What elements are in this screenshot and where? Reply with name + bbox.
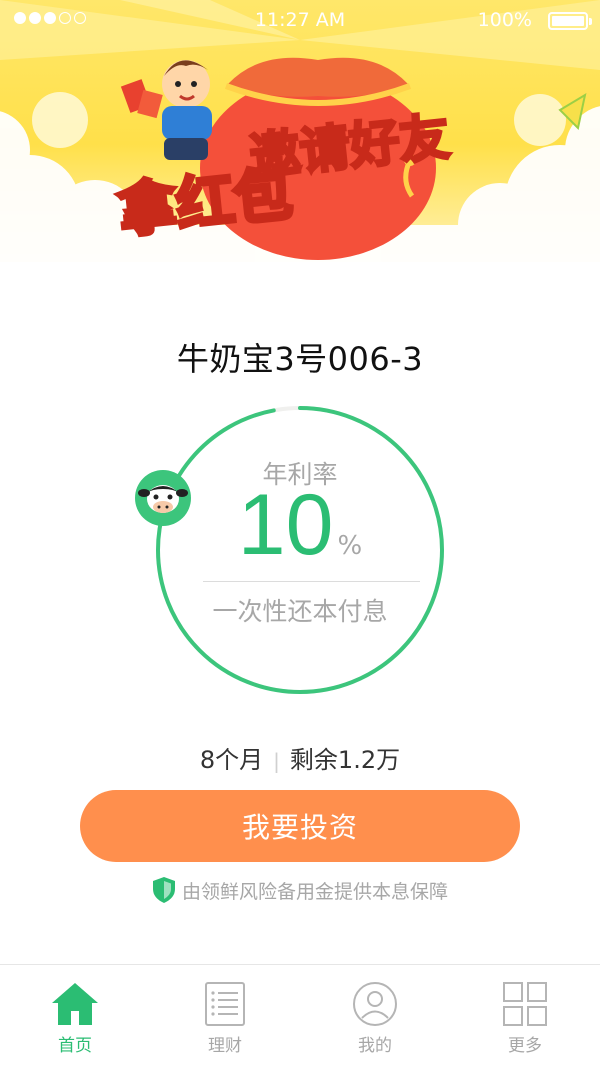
battery-icon xyxy=(548,12,592,30)
annual-rate-unit: % xyxy=(337,531,363,561)
tab-mine-label: 我的 xyxy=(358,1036,392,1056)
tab-finance[interactable]: 理财 xyxy=(150,965,300,1068)
ring-divider xyxy=(203,581,420,582)
invite-friends-banner[interactable]: 邀请好友 拿红包 11:27 AM 100% xyxy=(0,0,600,262)
tab-more-label: 更多 xyxy=(508,1036,542,1056)
grid-icon xyxy=(503,982,547,1026)
home-icon xyxy=(52,983,98,1025)
meta-divider: | xyxy=(273,749,280,773)
annual-rate-number: 10 xyxy=(237,477,334,573)
battery-percent: 100% xyxy=(477,9,532,31)
status-bar: 11:27 AM 100% xyxy=(0,0,600,42)
annual-rate-value: 10% xyxy=(130,482,470,568)
remaining-amount: 剩余1.2万 xyxy=(289,746,401,774)
user-icon xyxy=(353,982,397,1026)
tab-mine[interactable]: 我的 xyxy=(300,965,450,1068)
bottom-tab-bar: 首页 理财 我的 更多 xyxy=(0,964,600,1068)
guarantee-note: 由领鲜风险备用金提供本息保障 xyxy=(0,876,600,904)
tab-more[interactable]: 更多 xyxy=(450,965,600,1068)
product-meta: 8个月 | 剩余1.2万 xyxy=(0,740,600,775)
shield-icon xyxy=(152,877,175,903)
invest-button[interactable]: 我要投资 xyxy=(80,790,520,862)
tab-finance-label: 理财 xyxy=(208,1036,242,1056)
tab-home[interactable]: 首页 xyxy=(0,965,150,1068)
guarantee-text: 由领鲜风险备用金提供本息保障 xyxy=(181,880,448,903)
list-icon xyxy=(205,982,245,1026)
product-name: 牛奶宝3号006-3 xyxy=(176,340,424,378)
repayment-method: 一次性还本付息 xyxy=(212,597,388,626)
tab-home-label: 首页 xyxy=(58,1036,92,1056)
investment-term: 8个月 xyxy=(199,746,264,774)
